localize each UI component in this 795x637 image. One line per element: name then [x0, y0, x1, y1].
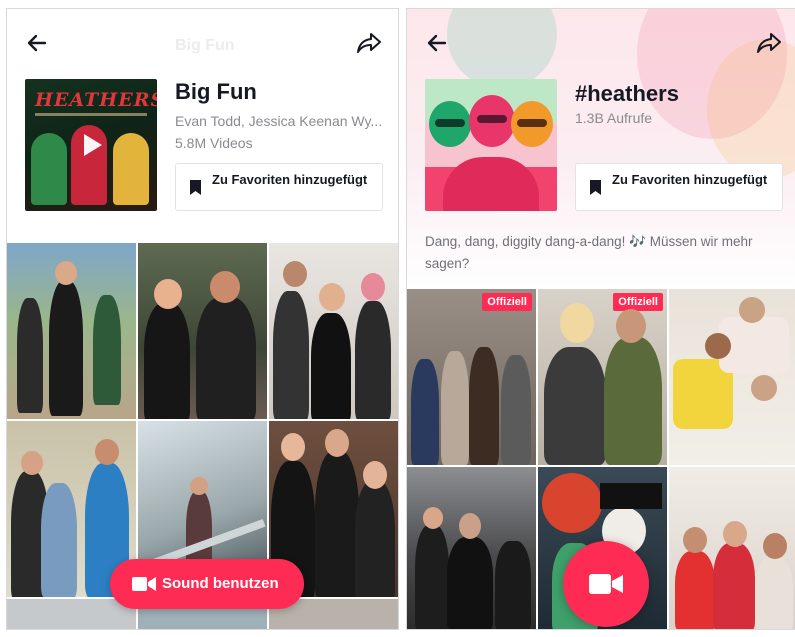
use-sound-button[interactable]: Sound benutzen [110, 559, 304, 609]
cover-figure [113, 133, 149, 205]
video-thumbnail[interactable] [407, 467, 536, 629]
favorite-button[interactable]: Zu Favoriten hinzugefügt [175, 163, 383, 211]
bookmark-icon [590, 180, 601, 195]
share-icon[interactable] [756, 31, 782, 55]
video-thumbnail[interactable] [669, 289, 795, 465]
record-video-button[interactable] [563, 541, 649, 627]
video-thumbnail[interactable] [138, 243, 267, 419]
hashtag-cover[interactable] [425, 79, 557, 211]
video-thumbnail[interactable] [7, 599, 136, 629]
header-title: Big Fun [175, 37, 235, 54]
album-cover[interactable]: HEATHERS [25, 79, 157, 211]
video-thumbnail[interactable]: Offiziell [407, 289, 536, 465]
official-badge: Offiziell [482, 293, 532, 311]
top-bar [407, 9, 795, 77]
favorite-button[interactable]: Zu Favoriten hinzugefügt [575, 163, 783, 211]
video-camera-icon [132, 577, 156, 591]
cover-figure [31, 133, 67, 205]
view-count: 1.3B Aufrufe [575, 110, 653, 126]
hashtag-description: Dang, dang, diggity dang-a-dang! 🎶 Müsse… [425, 234, 753, 271]
video-thumbnail[interactable] [669, 467, 795, 629]
favorite-label: Zu Favoriten hinzugefügt [212, 172, 368, 187]
video-thumbnail[interactable]: Offiziell [538, 289, 667, 465]
sound-title: Big Fun [175, 79, 257, 104]
hashtag-title: #heathers [575, 81, 679, 106]
cover-subtitle-line [35, 113, 147, 116]
top-bar: Big Fun [7, 9, 398, 77]
share-icon[interactable] [356, 31, 382, 55]
video-count: 5.8M Videos [175, 135, 253, 151]
bookmark-icon [190, 180, 201, 195]
video-thumbnail[interactable] [269, 243, 398, 419]
favorite-label: Zu Favoriten hinzugefügt [612, 172, 768, 187]
sound-page: Big Fun HEATHERS Big Fun Evan Todd, Jess… [6, 8, 399, 630]
use-sound-label: Sound benutzen [162, 575, 279, 592]
video-camera-icon [589, 574, 623, 594]
sound-artist[interactable]: Evan Todd, Jessica Keenan Wy... [175, 113, 382, 129]
back-arrow-icon[interactable] [25, 31, 49, 55]
official-badge: Offiziell [613, 293, 663, 311]
back-arrow-icon[interactable] [425, 31, 449, 55]
video-thumbnail[interactable] [7, 243, 136, 419]
cover-text: HEATHERS [35, 89, 157, 111]
play-icon[interactable] [75, 129, 107, 161]
hashtag-page: #heathers 1.3B Aufrufe Zu Favoriten hinz… [406, 8, 795, 630]
